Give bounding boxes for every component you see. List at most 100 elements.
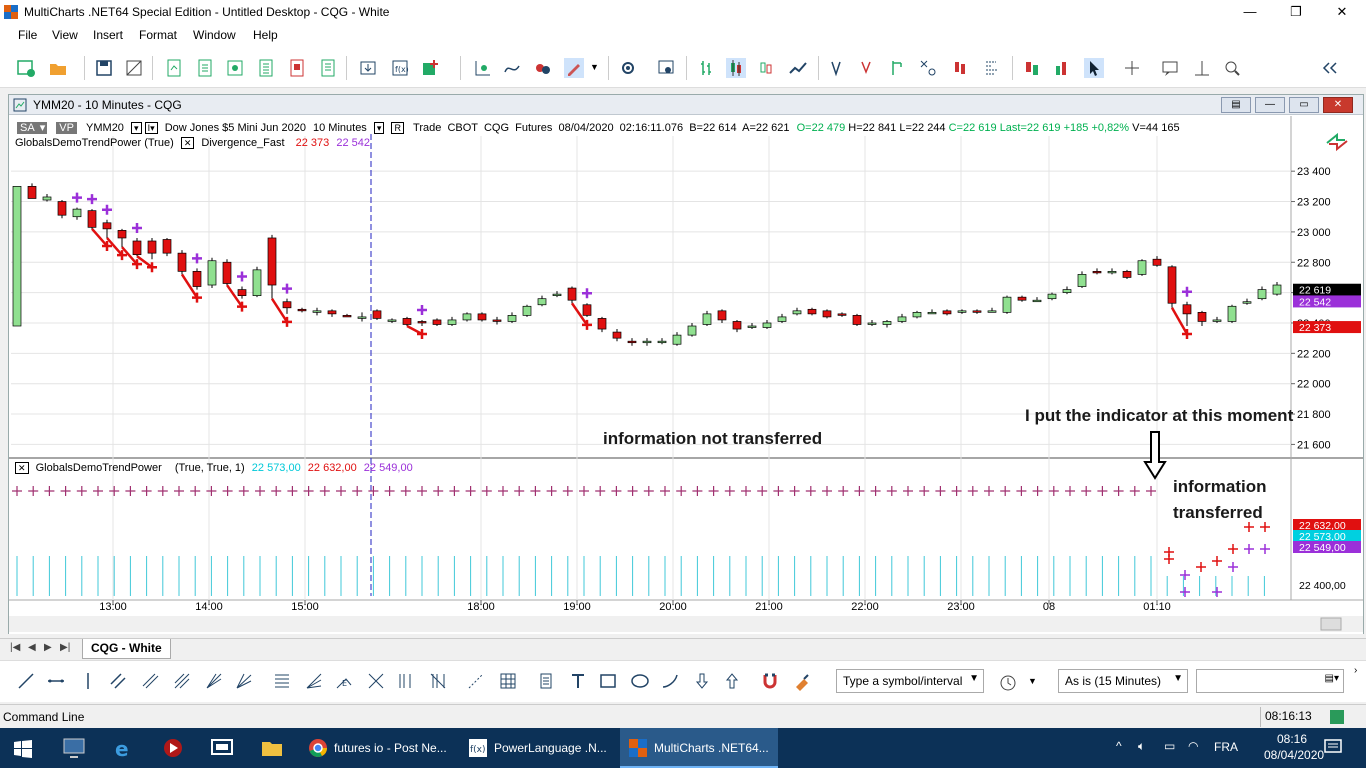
media-player-icon[interactable] <box>162 737 184 759</box>
calculator-icon[interactable] <box>536 671 556 691</box>
clock-time[interactable]: 08:16 <box>1264 732 1320 746</box>
format-dropdown-icon[interactable]: ▼ <box>590 62 599 72</box>
time-zones-icon[interactable] <box>396 671 416 691</box>
crosshair-icon[interactable] <box>1122 58 1142 78</box>
candlestick-icon[interactable] <box>726 58 746 78</box>
close-button[interactable]: ✕ <box>1319 0 1365 24</box>
menu-help[interactable]: Help <box>253 28 278 42</box>
speed-lines-icon[interactable] <box>234 671 254 691</box>
file-explorer-icon[interactable] <box>260 737 284 759</box>
menu-insert[interactable]: Insert <box>93 28 123 42</box>
bar-ohlc-icon[interactable] <box>696 58 716 78</box>
language-indicator[interactable]: FRA <box>1214 740 1238 754</box>
cluster-icon[interactable] <box>1022 58 1042 78</box>
parallel-icon[interactable] <box>140 671 160 691</box>
clock-date[interactable]: 08/04/2020 <box>1264 748 1324 762</box>
trade-arrows-icon[interactable] <box>1325 131 1349 153</box>
insert-drawing-icon[interactable] <box>502 58 522 78</box>
drawbar-overflow-icon[interactable]: › <box>1354 665 1357 676</box>
eraser-brush-icon[interactable] <box>792 671 812 691</box>
fib-time-icon[interactable] <box>428 671 448 691</box>
chart-minimize-button[interactable]: — <box>1255 97 1285 113</box>
zoom-icon[interactable] <box>1222 58 1242 78</box>
clock-icon[interactable] <box>998 673 1018 693</box>
text-tool-icon[interactable] <box>568 671 588 691</box>
renko-icon[interactable] <box>828 58 848 78</box>
open-folder-icon[interactable] <box>48 58 68 78</box>
regression-icon[interactable] <box>466 671 486 691</box>
pitchfork-icon[interactable] <box>172 671 192 691</box>
vp-badge[interactable]: VP <box>56 122 77 134</box>
interval-toggle-icon[interactable]: I▾ <box>144 122 158 134</box>
magnet-icon[interactable] <box>760 671 780 691</box>
mode-badge[interactable]: SA <box>17 122 38 134</box>
network-icon[interactable]: ▭ <box>1164 739 1175 753</box>
taskbar-item-chrome[interactable]: futures io - Post Ne... <box>300 728 456 768</box>
arrow-down-tool-icon[interactable] <box>692 671 712 691</box>
tray-chevron-up-icon[interactable]: ^ <box>1116 739 1122 753</box>
line-chart-icon[interactable] <box>788 58 808 78</box>
wifi-icon[interactable]: ◠ <box>1188 739 1198 753</box>
pointer-cursor-icon[interactable] <box>1084 58 1104 78</box>
menu-view[interactable]: View <box>52 28 78 42</box>
collapse-toolbar-icon[interactable] <box>1320 58 1340 78</box>
new-workspace-icon[interactable] <box>16 58 36 78</box>
kagi-icon[interactable] <box>858 58 878 78</box>
volume-icon[interactable]: 🔈︎ <box>1138 739 1145 754</box>
chart-maximize-button[interactable]: ▭ <box>1289 97 1319 113</box>
chevron-down-icon[interactable]: ▼ <box>969 673 979 684</box>
remove-study-icon[interactable]: ✕ <box>180 137 195 149</box>
new-chart-icon[interactable] <box>164 58 184 78</box>
fib-extension-icon[interactable]: E <box>334 671 354 691</box>
chart-settings-icon[interactable] <box>656 58 676 78</box>
monitor-app-icon[interactable] <box>210 737 234 759</box>
menu-window[interactable]: Window <box>193 28 236 42</box>
settings-gear-icon[interactable] <box>618 58 638 78</box>
heikin-ashi-icon[interactable] <box>950 58 970 78</box>
channel-icon[interactable] <box>108 671 128 691</box>
taskbar-item-powerlanguage[interactable]: f(x) PowerLanguage .N... <box>460 728 614 768</box>
tab-cqg-white[interactable]: CQG - White <box>82 639 171 659</box>
grid-tool-icon[interactable] <box>498 671 518 691</box>
hollow-candle-icon[interactable] <box>756 58 776 78</box>
chevron-down-icon[interactable]: ▼ <box>1173 673 1183 684</box>
tab-prev-icon[interactable]: ◀ <box>28 642 36 653</box>
symbol-dropdown-icon[interactable]: ▾ <box>131 122 142 134</box>
import-icon[interactable] <box>358 58 378 78</box>
format-pen-icon[interactable] <box>564 58 584 78</box>
volume-profile-icon[interactable] <box>982 58 1002 78</box>
interval-dropdown-icon[interactable]: ▾ <box>373 122 385 134</box>
price-chart[interactable]: 23 40023 20023 00022 80022 60022 40022 2… <box>9 116 1363 634</box>
chart-close-button[interactable]: ✕ <box>1323 97 1353 113</box>
fib-retracement-icon[interactable] <box>272 671 292 691</box>
cluster2-icon[interactable] <box>1052 58 1072 78</box>
powerlanguage-editor-icon[interactable]: f(x) <box>390 58 410 78</box>
remote-desktop-icon[interactable] <box>62 737 86 759</box>
save-icon[interactable] <box>94 58 114 78</box>
horizontal-ray-icon[interactable] <box>46 671 66 691</box>
point-figure-icon[interactable] <box>888 58 908 78</box>
insert-signal-icon[interactable] <box>532 58 552 78</box>
new-doc-icon[interactable] <box>195 58 215 78</box>
arrow-up-tool-icon[interactable] <box>722 671 742 691</box>
add-chart-icon[interactable] <box>420 58 440 78</box>
extra-select[interactable]: ▤▾ <box>1196 669 1344 693</box>
ellipse-tool-icon[interactable] <box>630 671 650 691</box>
clock-dropdown-icon[interactable]: ▼ <box>1028 676 1037 686</box>
resolution-select[interactable]: As is (15 Minutes) ▼ <box>1058 669 1188 693</box>
chart-settings-button[interactable]: ▤ <box>1221 97 1251 113</box>
minimize-button[interactable]: — <box>1227 0 1273 24</box>
dom-icon[interactable] <box>256 58 276 78</box>
vertical-line-icon[interactable] <box>78 671 98 691</box>
line-tool-icon[interactable] <box>16 671 36 691</box>
remove-subpane-study-icon[interactable]: ✕ <box>15 462 29 474</box>
arc-tool-icon[interactable] <box>660 671 680 691</box>
comment-icon[interactable] <box>1160 58 1180 78</box>
scanner-icon[interactable] <box>225 58 245 78</box>
cross-lines-icon[interactable] <box>366 671 386 691</box>
connection-status-icon[interactable] <box>1330 710 1344 724</box>
maximize-button[interactable]: ❐ <box>1273 0 1319 24</box>
xo-icon[interactable] <box>918 58 938 78</box>
r-badge[interactable]: R <box>391 122 404 134</box>
menu-file[interactable]: File <box>18 28 37 42</box>
